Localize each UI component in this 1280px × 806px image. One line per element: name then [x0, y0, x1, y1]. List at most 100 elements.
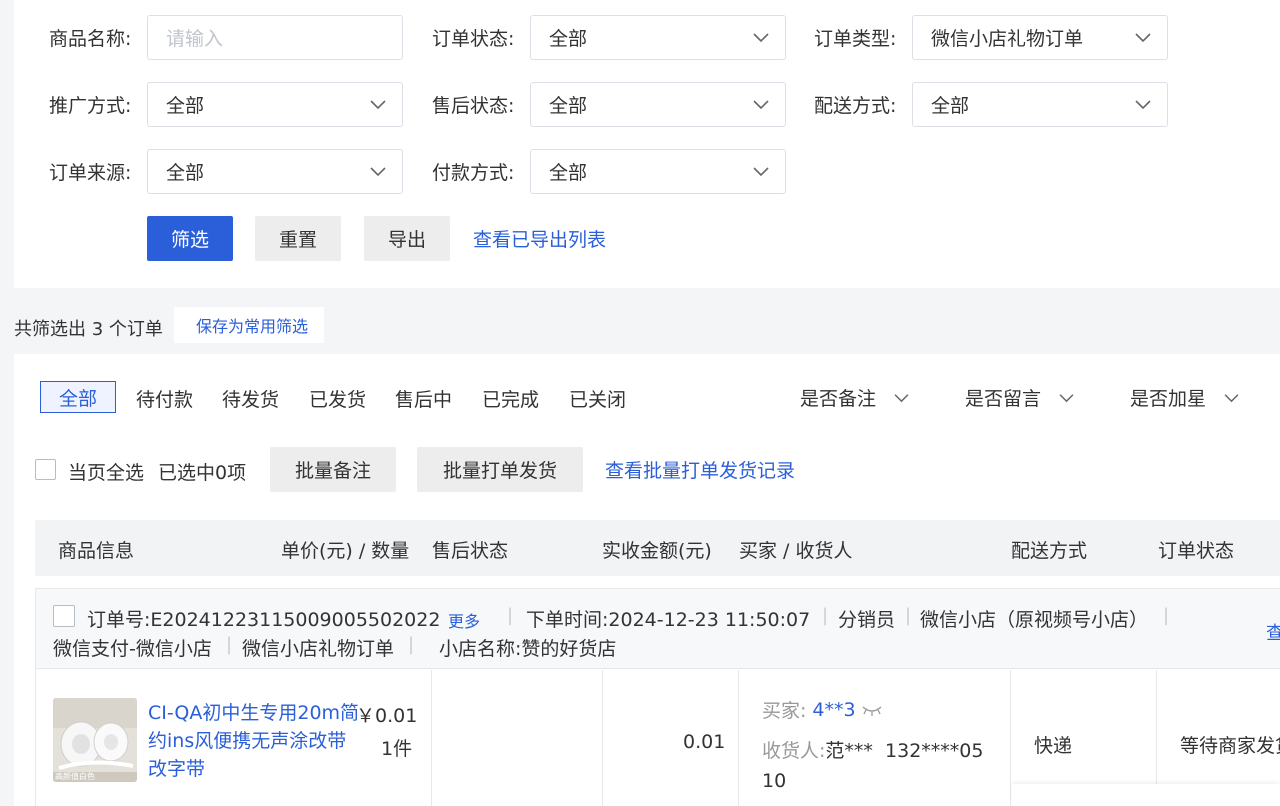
- order-status-value: 等待商家发货: [1180, 735, 1280, 757]
- shop-name-label: 小店名称:: [439, 638, 522, 660]
- col-delivery: 配送方式: [1011, 540, 1088, 562]
- selected-count: 已选中0项: [158, 462, 247, 484]
- order-number-value: E20241223115009005502022: [150, 609, 441, 631]
- product-thumbnail[interactable]: 高颜值白色: [53, 698, 137, 782]
- select-page-checkbox[interactable]: [35, 459, 56, 480]
- receiver-info: 收货人:范*** 132****0510: [762, 736, 992, 796]
- order-type-select[interactable]: 微信小店礼物订单: [912, 15, 1168, 60]
- shop-name: 小店名称:赞的好货店: [439, 634, 616, 661]
- shop-channel: 微信小店（原视频号小店）: [920, 609, 1149, 631]
- order-source-value: 全部: [166, 162, 205, 184]
- meta-divider: |: [905, 605, 912, 626]
- aftersale-status-label: 售后状态:: [432, 95, 515, 117]
- tab-all[interactable]: 全部: [40, 381, 116, 413]
- aftersale-status-select[interactable]: 全部: [530, 82, 786, 127]
- filter-button[interactable]: 筛选: [147, 216, 233, 261]
- col-buyer-receiver: 买家 / 收货人: [739, 540, 853, 562]
- order-type-tag: 微信小店礼物订单: [242, 638, 395, 660]
- col-aftersale-status: 售后状态: [432, 540, 509, 562]
- has-message-label: 是否留言: [965, 388, 1042, 410]
- batch-print-ship-button[interactable]: 批量打单发货: [417, 447, 583, 492]
- view-exports-link[interactable]: 查看已导出列表: [473, 225, 606, 252]
- order-time: 下单时间:2024-12-23 11:50:07: [526, 605, 810, 632]
- product-name-placeholder: 请输入: [166, 28, 224, 50]
- tab-pending-payment[interactable]: 待付款: [136, 385, 193, 412]
- batch-note-button[interactable]: 批量备注: [270, 447, 396, 492]
- payment-method-value: 全部: [549, 162, 588, 184]
- has-note-label: 是否备注: [800, 388, 877, 410]
- buyer-name-link[interactable]: 4**3: [812, 699, 855, 721]
- tab-pending-shipment[interactable]: 待发货: [222, 385, 279, 412]
- meta-divider: |: [507, 605, 514, 626]
- buyer-info: 买家: 4**3: [762, 696, 882, 723]
- distributor-tag: 分销员: [838, 609, 896, 631]
- reset-button[interactable]: 重置: [255, 216, 341, 261]
- shop-name-value: 赞的好货店: [521, 638, 617, 660]
- has-note-dropdown[interactable]: 是否备注: [800, 384, 909, 411]
- col-divider: [602, 670, 603, 806]
- tab-shipped[interactable]: 已发货: [309, 385, 366, 412]
- chevron-down-icon: [894, 394, 909, 403]
- col-product-info: 商品信息: [58, 540, 135, 562]
- aftersale-status-value: 全部: [549, 95, 588, 117]
- order-checkbox[interactable]: [53, 605, 75, 627]
- product-name-label: 商品名称:: [49, 28, 132, 50]
- meta-divider: |: [1163, 605, 1170, 626]
- order-source-label: 订单来源:: [49, 162, 132, 184]
- result-count: 共筛选出 3 个订单: [14, 319, 163, 340]
- order-number-label: 订单号:: [87, 609, 151, 631]
- is-starred-label: 是否加星: [1130, 388, 1207, 410]
- col-price-qty: 单价(元) / 数量: [281, 540, 410, 562]
- order-status-select[interactable]: 全部: [530, 15, 786, 60]
- more-link[interactable]: 更多: [448, 608, 480, 632]
- is-starred-dropdown[interactable]: 是否加星: [1130, 384, 1239, 411]
- col-divider: [738, 670, 739, 806]
- chevron-down-icon: [1224, 394, 1239, 403]
- receiver-name: 范***: [825, 740, 873, 762]
- promo-method-select[interactable]: 全部: [147, 82, 403, 127]
- order-status: 等待商家发货: [1180, 731, 1280, 758]
- promo-method-value: 全部: [166, 95, 205, 117]
- col-divider: [431, 670, 432, 806]
- order-source-select[interactable]: 全部: [147, 149, 403, 194]
- order-detail-link[interactable]: 查: [1266, 619, 1280, 645]
- has-message-dropdown[interactable]: 是否留言: [965, 384, 1074, 411]
- order-time-label: 下单时间:: [526, 609, 609, 631]
- correction-tape-image: [53, 698, 137, 782]
- payment-tag: 微信支付-微信小店: [53, 638, 212, 660]
- delivery-method-value: 全部: [931, 95, 970, 117]
- delivery-method-label: 配送方式:: [814, 95, 897, 117]
- chevron-down-icon: [370, 100, 386, 110]
- product-name-input[interactable]: 请输入: [147, 15, 403, 60]
- thumbnail-caption: 高颜值白色: [55, 772, 95, 781]
- payment-method-label: 付款方式:: [432, 162, 515, 184]
- chevron-down-icon: [1059, 394, 1074, 403]
- payment-method-select[interactable]: 全部: [530, 149, 786, 194]
- tab-completed[interactable]: 已完成: [482, 385, 539, 412]
- chevron-down-icon: [753, 167, 769, 177]
- save-filter-chip[interactable]: 保存为常用筛选: [174, 307, 324, 343]
- product-title-link[interactable]: CI-QA初中生专用20m简约ins风便携无声涂改带改字带: [148, 699, 360, 783]
- tab-closed[interactable]: 已关闭: [569, 385, 626, 412]
- export-button[interactable]: 导出: [364, 216, 450, 261]
- buyer-label: 买家:: [762, 700, 807, 722]
- col-received-amount: 实收金额(元): [602, 540, 712, 562]
- order-number: 订单号:E20241223115009005502022: [87, 605, 440, 632]
- order-status-label: 订单状态:: [432, 28, 515, 50]
- chevron-down-icon: [753, 33, 769, 43]
- meta-divider: |: [226, 634, 233, 655]
- delivery-method-select[interactable]: 全部: [912, 82, 1168, 127]
- order-status-value: 全部: [549, 28, 588, 50]
- eye-closed-icon[interactable]: [862, 704, 882, 716]
- promo-method-label: 推广方式:: [49, 95, 132, 117]
- col-order-status: 订单状态: [1158, 540, 1235, 562]
- chevron-down-icon: [1135, 33, 1151, 43]
- col-divider: [1010, 670, 1011, 806]
- tab-aftersale[interactable]: 售后中: [395, 385, 452, 412]
- select-page-label[interactable]: 当页全选: [68, 458, 144, 485]
- order-time-value: 2024-12-23 11:50:07: [608, 609, 811, 631]
- view-batch-records-link[interactable]: 查看批量打单发货记录: [605, 456, 795, 483]
- meta-divider: |: [822, 605, 829, 626]
- order-type-value: 微信小店礼物订单: [931, 28, 1084, 50]
- save-filter-link: 保存为常用筛选: [196, 317, 309, 336]
